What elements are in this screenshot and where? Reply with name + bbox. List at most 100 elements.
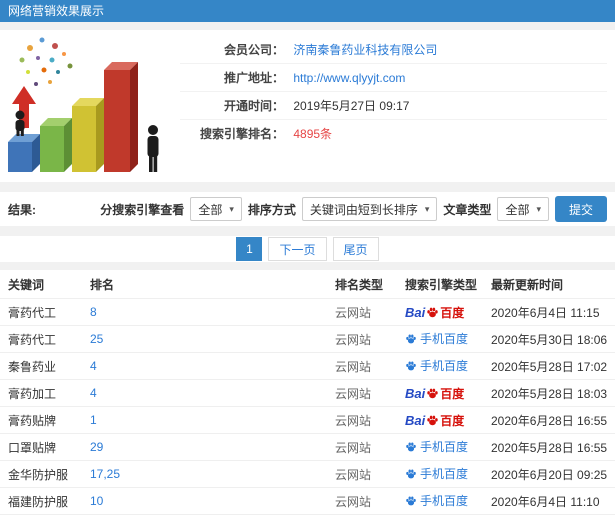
baidu-paw-icon: [427, 388, 438, 398]
promo-url-link[interactable]: http://www.qlyyjt.com: [293, 71, 405, 85]
engine-cell: Bai百度 手机百度: [405, 438, 491, 456]
updated-cell: 2020年6月4日 11:15: [491, 305, 600, 320]
mobile-baidu-label: 手机百度: [420, 440, 469, 455]
engine-cell: Bai百度 手机百度: [405, 465, 491, 483]
promo-url-label: 推广地址：: [223, 71, 284, 85]
updated-cell: 2020年5月28日 17:02: [491, 359, 608, 374]
updated-cell: 2020年5月28日 16:55: [491, 440, 608, 455]
submit-button[interactable]: 提交: [554, 196, 607, 222]
mobile-baidu-logo: 手机百度: [405, 330, 468, 347]
mobile-baidu-label: 手机百度: [420, 494, 469, 509]
updated-cell: 2020年6月4日 11:10: [491, 494, 600, 509]
rank-type-cell: 云网站: [335, 332, 372, 347]
info-row-url: 推广地址： http://www.qlyyjt.com: [180, 64, 607, 92]
keyword-cell: 秦鲁药业: [8, 359, 57, 374]
rank-link[interactable]: 4: [90, 359, 97, 373]
baidu-logo-bai: Bai: [405, 385, 426, 401]
keyword-cell: 膏药加工: [8, 386, 57, 401]
next-page-button[interactable]: 下一页: [268, 237, 327, 261]
keyword-cell: 膏药代工: [8, 332, 57, 347]
mobile-baidu-logo: 手机百度: [405, 492, 468, 509]
mobile-baidu-label: 手机百度: [420, 467, 469, 482]
filter-controls: 分搜索引擎查看 全部 ▾ 排序方式 关键词由短到长排序 ▾ 文章类型 全部 ▾ …: [100, 196, 607, 222]
page-title-bar: 网络营销效果展示: [0, 0, 615, 22]
rank-link[interactable]: 4: [90, 386, 97, 400]
updated-cell: 2020年5月30日 18:06: [491, 332, 608, 347]
table-header-row: 关键词 排名 排名类型 搜索引擎类型 最新更新时间: [0, 270, 615, 298]
chevron-down-icon: ▾: [229, 203, 234, 214]
baidu-paw-icon: [427, 415, 438, 425]
article-type-label: 文章类型: [443, 202, 492, 217]
info-row-company: 会员公司： 济南秦鲁药业科技有限公司: [180, 36, 607, 64]
mobile-baidu-paw-icon: [406, 442, 416, 452]
sort-label: 排序方式: [247, 202, 296, 217]
mobile-baidu-paw-icon: [406, 334, 416, 344]
figure-left: [15, 110, 25, 136]
rank-link[interactable]: 17,25: [90, 467, 120, 481]
mobile-baidu-paw-icon: [406, 469, 416, 479]
table-row: 膏药加工 4 云网站 Bai百度 手机百度 2020年5月28日 18:03: [0, 379, 615, 406]
engine-filter-label: 分搜索引擎查看: [100, 202, 185, 217]
updated-cell: 2020年5月28日 18:03: [491, 386, 608, 401]
company-label: 会员公司：: [223, 43, 284, 57]
baidu-logo-du: 百度: [440, 305, 465, 320]
engine-cell: Bai百度 手机百度: [405, 357, 491, 375]
mobile-baidu-logo: 手机百度: [405, 357, 468, 374]
company-name-link[interactable]: 济南秦鲁药业科技有限公司: [293, 43, 437, 57]
last-page-button[interactable]: 尾页: [332, 237, 379, 261]
baidu-logo: Bai 百度: [405, 412, 464, 429]
rank-link[interactable]: 10: [90, 494, 103, 508]
keyword-cell: 膏药贴牌: [8, 413, 57, 428]
engine-cell: Bai百度 手机百度: [405, 412, 491, 429]
company-info-panel: 会员公司： 济南秦鲁药业科技有限公司 推广地址： http://www.qlyy…: [0, 30, 615, 182]
rank-type-cell: 云网站: [335, 305, 372, 320]
info-row-open-time: 开通时间： 2019年5月27日 09:17: [180, 92, 607, 120]
open-time-label: 开通时间：: [223, 99, 284, 113]
keyword-cell: 金华防护服: [8, 467, 69, 482]
engine-cell: Bai百度 手机百度: [405, 385, 491, 402]
baidu-logo: Bai 百度: [405, 385, 464, 402]
rank-type-cell: 云网站: [335, 413, 372, 428]
keyword-cell: 膏药代工: [8, 305, 57, 320]
article-type-select[interactable]: 全部 ▾: [497, 197, 549, 221]
mobile-baidu-label: 手机百度: [420, 359, 469, 374]
rank-type-cell: 云网站: [335, 386, 372, 401]
rank-type-cell: 云网站: [335, 359, 372, 374]
table-row: 口罩贴牌 29 云网站 Bai百度 手机百度 2020年5月28日 16:55: [0, 433, 615, 460]
col-header-updated: 最新更新时间: [491, 277, 564, 292]
engine-filter-select[interactable]: 全部 ▾: [190, 197, 242, 221]
keyword-cell: 口罩贴牌: [8, 440, 57, 455]
sort-value: 关键词由短到长排序: [309, 202, 418, 217]
table-row: Bai百度 手机百度: [0, 514, 615, 520]
table-row: 膏药贴牌 1 云网站 Bai百度 手机百度 2020年6月28日 16:55: [0, 406, 615, 433]
app-window: 网络营销效果展示 会员公司： 济南秦鲁药业科技有限公司 推广地址： http:/…: [0, 0, 615, 520]
chevron-down-icon: ▾: [424, 203, 430, 214]
baidu-paw-icon: [427, 307, 438, 317]
mobile-baidu-logo: 手机百度: [405, 438, 468, 455]
rank-count-label: 搜索引擎排名：: [199, 127, 284, 141]
table-row: 秦鲁药业 4 云网站 Bai百度 手机百度 2020年5月28日 17:02: [0, 352, 615, 379]
rank-link[interactable]: 29: [90, 440, 103, 454]
rank-type-cell: 云网站: [335, 494, 372, 509]
results-label: 结果:: [8, 202, 36, 217]
rank-type-cell: 云网站: [335, 440, 372, 455]
sort-select[interactable]: 关键词由短到长排序 ▾: [301, 197, 438, 221]
marketing-clipart: [0, 30, 180, 182]
page-1-button[interactable]: 1: [236, 237, 263, 261]
page-title: 网络营销效果展示: [8, 4, 105, 18]
baidu-logo: Bai 百度: [405, 304, 464, 321]
engine-cell: Bai百度 手机百度: [405, 304, 491, 321]
mobile-baidu-paw-icon: [406, 361, 416, 371]
baidu-logo-du: 百度: [440, 413, 465, 428]
mobile-baidu-paw-icon: [406, 496, 416, 506]
rank-link[interactable]: 8: [90, 305, 97, 319]
engine-cell: Bai百度 手机百度: [405, 492, 491, 510]
results-toolbar: 结果: 分搜索引擎查看 全部 ▾ 排序方式 关键词由短到长排序 ▾ 文章类型 全…: [0, 192, 615, 226]
chevron-down-icon: ▾: [536, 203, 541, 214]
table-row: 膏药代工 8 云网站 Bai百度 手机百度 2020年6月4日 11:15: [0, 298, 615, 325]
rank-link[interactable]: 25: [90, 332, 103, 346]
engine-filter-value: 全部: [198, 202, 223, 217]
updated-cell: 2020年6月20日 09:25: [491, 467, 608, 482]
keyword-cell: 福建防护服: [8, 494, 69, 509]
rank-link[interactable]: 1: [90, 413, 97, 427]
